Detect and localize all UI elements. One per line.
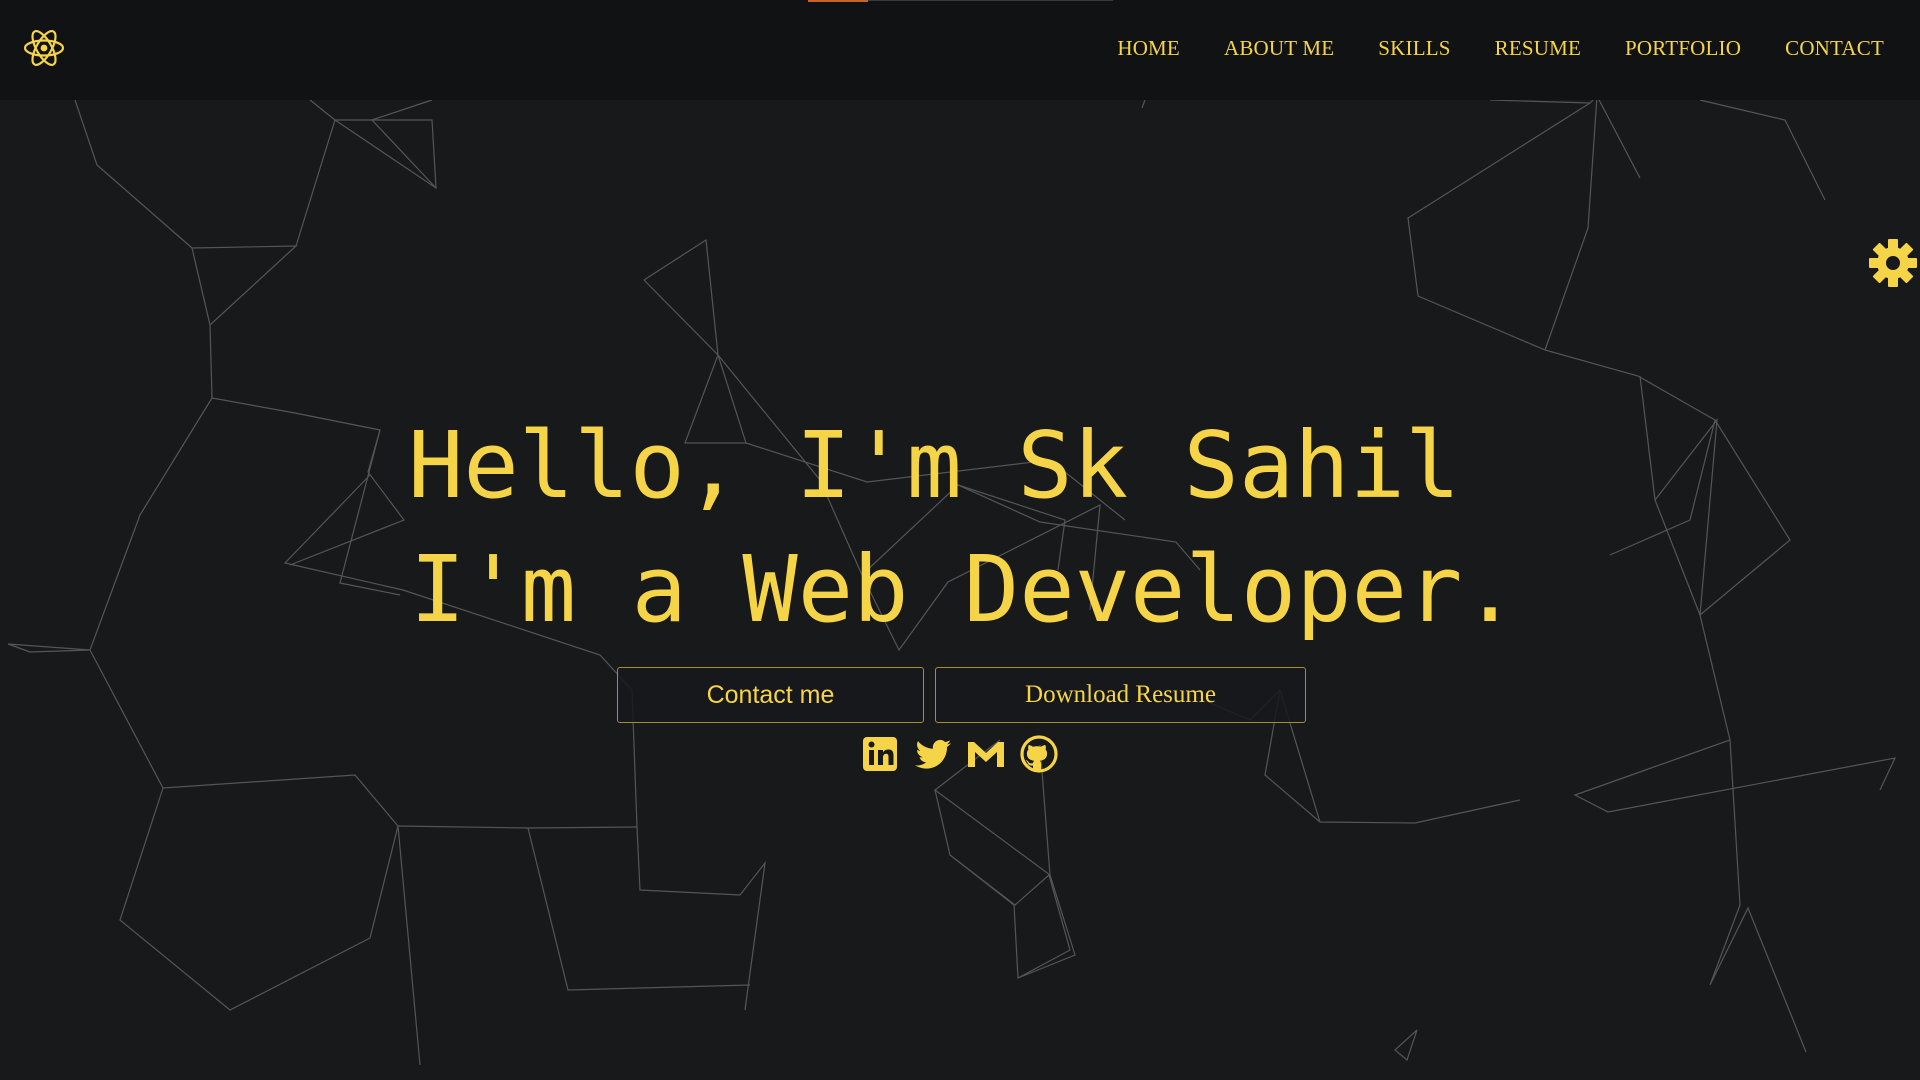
scroll-progress-track	[868, 0, 1113, 1]
social-links	[860, 734, 1059, 774]
download-resume-button[interactable]: Download Resume	[935, 667, 1306, 723]
scroll-progress-bar	[808, 0, 868, 2]
nav-contact-link[interactable]: CONTACT	[1785, 36, 1884, 61]
hero-greeting: Hello, I'm Sk Sahil	[408, 412, 1461, 519]
nav-about-link[interactable]: ABOUT ME	[1224, 36, 1334, 61]
twitter-icon[interactable]	[913, 734, 953, 774]
nav-resume-link[interactable]: RESUME	[1495, 36, 1581, 61]
github-icon[interactable]	[1019, 734, 1059, 774]
contact-me-button[interactable]: Contact me	[617, 667, 924, 723]
main-navigation: HOME ABOUT ME SKILLS RESUME PORTFOLIO CO…	[1117, 36, 1884, 61]
nav-home-link[interactable]: HOME	[1117, 36, 1180, 61]
gmail-icon[interactable]	[966, 734, 1006, 774]
top-navbar: HOME ABOUT ME SKILLS RESUME PORTFOLIO CO…	[0, 0, 1920, 100]
gear-icon[interactable]	[1866, 236, 1920, 290]
nav-portfolio-link[interactable]: PORTFOLIO	[1625, 36, 1741, 61]
linkedin-icon[interactable]	[860, 734, 900, 774]
react-atom-icon[interactable]	[22, 27, 66, 69]
hero-tagline: I'm a Web Developer.	[410, 536, 1518, 643]
nav-skills-link[interactable]: SKILLS	[1378, 36, 1450, 61]
